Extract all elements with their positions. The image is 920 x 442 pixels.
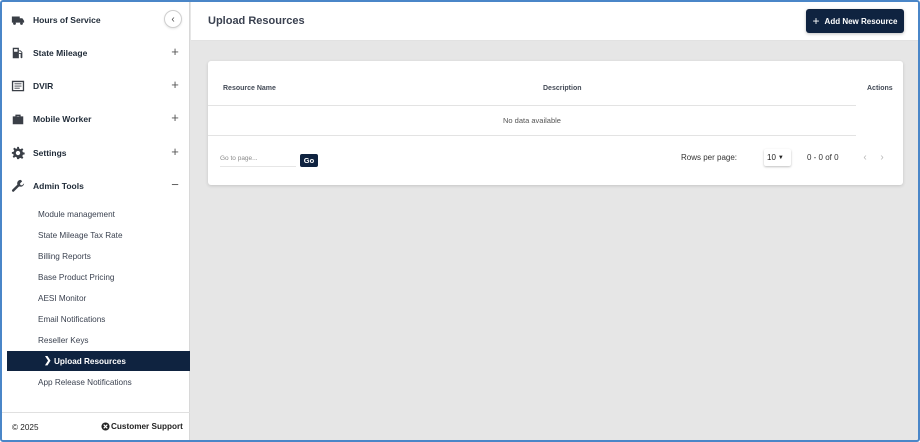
sidebar-item-admin-tools[interactable]: Admin Tools − [2, 171, 190, 201]
sidebar-item-dvir[interactable]: DVIR + [2, 71, 190, 101]
top-bar: Upload Resources + Add New Resource [191, 2, 918, 41]
customer-support-label: Customer Support [111, 422, 183, 431]
sidebar-subitem-label: Email Notifications [38, 315, 106, 324]
sidebar-item-state-mileage[interactable]: State Mileage + [2, 38, 190, 68]
sidebar-item-settings[interactable]: Settings + [2, 138, 190, 168]
plus-icon: + [812, 14, 820, 28]
chevron-left-icon: ‹ [863, 151, 867, 163]
copyright-text: © 2025 [12, 423, 39, 432]
close-circle-icon [101, 422, 110, 431]
rows-per-page-value: 10 [767, 153, 776, 162]
sidebar-subitem-label: AESI Monitor [38, 294, 87, 303]
column-header-resource-name[interactable]: Resource Name [223, 85, 276, 92]
sidebar-subitem-billing-reports[interactable]: Billing Reports [7, 246, 190, 266]
add-new-resource-label: Add New Resource [824, 16, 898, 26]
sidebar-subitem-label: Billing Reports [38, 252, 91, 261]
next-page-button[interactable]: › [876, 150, 888, 164]
briefcase-icon [11, 112, 25, 126]
sidebar-subitem-label: Base Product Pricing [38, 273, 115, 282]
pagination-range: 0 - 0 of 0 [807, 153, 839, 162]
sidebar-item-label: Admin Tools [33, 181, 84, 191]
sidebar-item-hours-of-service[interactable]: Hours of Service [2, 5, 190, 35]
collapse-icon[interactable]: − [169, 178, 181, 192]
sidebar-subitem-upload-resources[interactable]: ❯ Upload Resources [7, 351, 190, 371]
rows-per-page-label: Rows per page: [681, 153, 738, 162]
expand-icon[interactable]: + [169, 145, 181, 159]
sidebar-footer: © 2025 Customer Support [2, 412, 190, 440]
sidebar-item-label: Mobile Worker [33, 114, 92, 124]
empty-state-text: No data available [503, 116, 561, 125]
header-divider [208, 105, 856, 106]
sidebar-item-mobile-worker[interactable]: Mobile Worker + [2, 104, 190, 134]
sidebar-subitem-label: Module management [38, 210, 115, 219]
sidebar-subitem-state-mileage-tax-rate[interactable]: State Mileage Tax Rate [7, 225, 190, 245]
sidebar-subitem-base-product-pricing[interactable]: Base Product Pricing [7, 267, 190, 287]
go-button[interactable]: Go [300, 154, 318, 167]
sidebar-subitem-label: Upload Resources [54, 357, 126, 366]
previous-page-button[interactable]: ‹ [859, 150, 871, 164]
sidebar-subitem-module-management[interactable]: Module management [7, 204, 190, 224]
gear-icon [11, 146, 25, 160]
sidebar-subitem-reseller-keys[interactable]: Reseller Keys [7, 330, 190, 350]
expand-icon[interactable]: + [169, 78, 181, 92]
page-title: Upload Resources [208, 15, 305, 27]
sidebar-subitem-label: Reseller Keys [38, 336, 89, 345]
chevron-right-icon: ❯ [44, 355, 52, 365]
sidebar-item-label: Settings [33, 148, 67, 158]
column-header-description[interactable]: Description [543, 85, 582, 92]
sidebar-subitem-email-notifications[interactable]: Email Notifications [7, 309, 190, 329]
expand-icon[interactable]: + [169, 111, 181, 125]
sidebar-subitem-label: State Mileage Tax Rate [38, 231, 123, 240]
row-divider [208, 135, 856, 136]
add-new-resource-button[interactable]: + Add New Resource [806, 9, 904, 33]
list-document-icon [11, 79, 25, 93]
column-header-actions: Actions [867, 85, 893, 92]
sidebar-item-label: DVIR [33, 81, 54, 91]
app-frame: ‹ Hours of Service State Mileage + DVIR … [0, 0, 920, 442]
sidebar-item-label: Hours of Service [33, 15, 101, 25]
go-to-page-input[interactable] [220, 151, 296, 167]
truck-icon [11, 13, 25, 27]
chevron-right-icon: › [880, 151, 884, 163]
sidebar-item-label: State Mileage [33, 48, 88, 58]
sidebar-subitem-app-release-notifications[interactable]: App Release Notifications [7, 372, 190, 392]
sidebar-subitem-label: App Release Notifications [38, 378, 132, 387]
rows-per-page-select[interactable]: 10 ▼ [764, 149, 791, 166]
wrench-icon [11, 179, 25, 193]
fuel-pump-icon [11, 46, 25, 60]
expand-icon[interactable]: + [169, 45, 181, 59]
resources-table-card: Resource Name Description Actions No dat… [208, 61, 903, 185]
caret-down-icon: ▼ [777, 154, 784, 161]
sidebar-subitem-aesi-monitor[interactable]: AESI Monitor [7, 288, 190, 308]
customer-support-link[interactable]: Customer Support [101, 422, 183, 431]
sidebar: ‹ Hours of Service State Mileage + DVIR … [2, 2, 190, 440]
